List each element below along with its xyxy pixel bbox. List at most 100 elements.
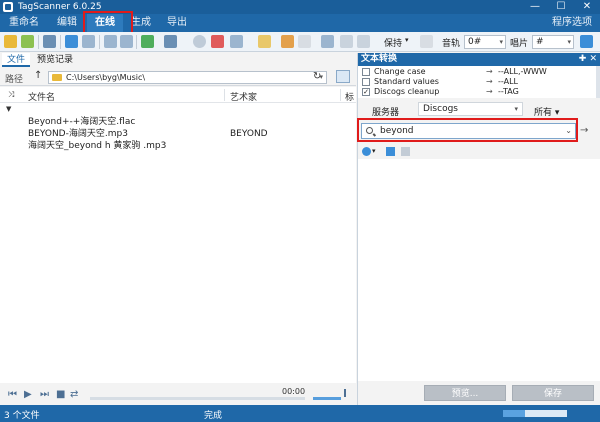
expand-icon[interactable] [82,35,95,48]
conversion-target: --ALL [498,77,518,86]
file-row[interactable]: Beyond+-+海阔天空.flac [0,116,356,128]
list-icon[interactable] [401,147,410,156]
conversion-checkbox-checked[interactable]: ✓ [362,88,370,96]
file-count: 3 个文件 [4,411,40,421]
refresh-icon[interactable]: ↻ [313,71,321,82]
server-value: Discogs [423,104,458,114]
menu-online[interactable]: 在线 [87,14,123,32]
file-name: 海阔天空_beyond h 黄家驹 .mp3 [28,141,167,151]
menu-edit[interactable]: 编辑 [47,14,85,32]
conversion-name: Standard values [374,77,439,86]
server-row: 服务器 Discogs ▾ 所有 ▾ [358,100,600,118]
status-progress [503,410,567,417]
folder-icon [52,74,62,81]
repeat-icon[interactable]: ⇄ [70,389,78,400]
server-select[interactable]: Discogs ▾ [418,102,523,116]
menu-generate[interactable]: 生成 [123,14,159,32]
player-bar: ⏮ ▶ ⏭ ■ ⇄ 00:00 [0,383,356,405]
preview-button[interactable]: 预览... [424,385,506,401]
group-expander-icon[interactable]: ▼ [6,105,11,113]
toolbar-separator [99,35,100,49]
playback-progress[interactable] [90,397,305,400]
move-up-icon[interactable] [120,35,133,48]
chevron-down-icon[interactable]: ▾ [372,147,378,156]
cut-icon[interactable] [321,35,334,48]
window-title: TagScanner 6.0.25 [18,2,102,12]
tag-icon[interactable] [258,35,271,48]
right-panel: 文本转换 ✚ ✕ Change case → --ALL,-WWW Standa… [357,53,600,405]
up-arrow-icon[interactable]: ↑ [34,70,42,81]
column-divider [224,89,225,101]
filter-icon[interactable] [230,35,243,48]
online-lookup-icon[interactable] [211,35,224,48]
save-button[interactable]: 保存 [512,385,594,401]
tab-preview-log[interactable]: 预览记录 [32,53,78,67]
paste-icon[interactable] [298,35,311,48]
conversion-row[interactable]: Change case → --ALL,-WWW [358,67,596,77]
options-icon[interactable] [420,35,433,48]
stop-icon[interactable]: ■ [56,389,65,400]
volume-slider[interactable] [313,397,341,400]
conversion-list: Change case → --ALL,-WWW Standard values… [358,66,596,98]
minimize-button[interactable]: — [522,0,548,14]
browse-folder-button[interactable] [336,70,350,83]
select-icon[interactable] [141,35,154,48]
track-number-select[interactable]: 0# ▾ [464,35,506,49]
column-extra[interactable]: 标 [345,90,354,103]
file-row[interactable]: BEYOND-海阔天空.mp3 BEYOND [0,128,356,140]
program-options-menu[interactable]: 程序选项 [552,14,592,32]
path-bar: 路径 ↑ C:\Users\byg\Music\ ▾ ↻ [0,68,356,86]
text-conversion-title: 文本转换 [361,54,398,64]
column-filename[interactable]: 文件名 [28,90,55,103]
server-label: 服务器 [372,108,400,118]
next-icon[interactable]: ⏭ [40,389,49,400]
menu-export[interactable]: 导出 [159,14,195,32]
play-icon[interactable]: ▶ [24,389,32,400]
target-icon[interactable] [362,147,371,156]
maximize-button[interactable]: ☐ [548,0,574,14]
shuffle-icon[interactable]: ⤨ [8,90,14,100]
grid-icon[interactable] [386,147,395,156]
chevron-down-icon[interactable]: ⌄ [565,126,572,135]
rename-icon[interactable] [357,35,370,48]
clear-icon[interactable] [340,35,353,48]
search-go-icon[interactable]: → [580,125,588,136]
conversion-row[interactable]: ✓ Discogs cleanup → --TAG [358,87,596,97]
toolbar-separator [60,35,61,49]
chevron-down-icon[interactable]: ▾ [405,36,409,44]
save-mode-label[interactable]: 保持 [384,36,402,49]
scope-dropdown[interactable]: 所有 ▾ [534,105,559,118]
status-bar: 3 个文件 完成 [0,405,600,422]
add-folder-icon[interactable] [21,35,34,48]
playback-time: 00:00 [282,387,306,396]
search-input[interactable]: beyond ⌄ [361,123,576,139]
conversion-checkbox[interactable] [362,68,370,76]
column-artist[interactable]: 艺术家 [230,90,257,103]
conversion-scrollbar[interactable] [596,66,600,98]
file-name: BEYOND-海阔天空.mp3 [28,129,128,139]
sort-icon[interactable] [164,35,177,48]
search-icon[interactable] [193,35,206,48]
conversion-name: Change case [374,67,426,76]
previous-icon[interactable]: ⏮ [8,389,17,400]
move-down-icon[interactable] [104,35,117,48]
conversion-row[interactable]: Standard values → --ALL [358,77,596,87]
track-number-value: 0# [468,37,482,47]
text-conversion-header: 文本转换 ✚ ✕ [358,53,600,66]
menu-rename[interactable]: 重命名 [0,14,47,32]
volume-icon[interactable] [344,389,352,397]
conversion-checkbox[interactable] [362,78,370,86]
path-input[interactable]: C:\Users\byg\Music\ ▾ [48,71,327,84]
chevron-down-icon: ▾ [499,38,503,46]
undo-icon[interactable] [43,35,56,48]
copy-icon[interactable] [281,35,294,48]
grid-view-icon[interactable] [65,35,78,48]
open-folder-icon[interactable] [4,35,17,48]
tab-files[interactable]: 文件 [2,53,31,67]
file-row[interactable]: 海阔天空_beyond h 黄家驹 .mp3 [0,140,356,152]
search-icon [366,127,373,134]
disc-number-select[interactable]: # ▾ [532,35,574,49]
help-icon[interactable] [580,35,593,48]
close-button[interactable]: ✕ [574,0,600,14]
panel-add-close-icons[interactable]: ✚ ✕ [579,53,597,66]
